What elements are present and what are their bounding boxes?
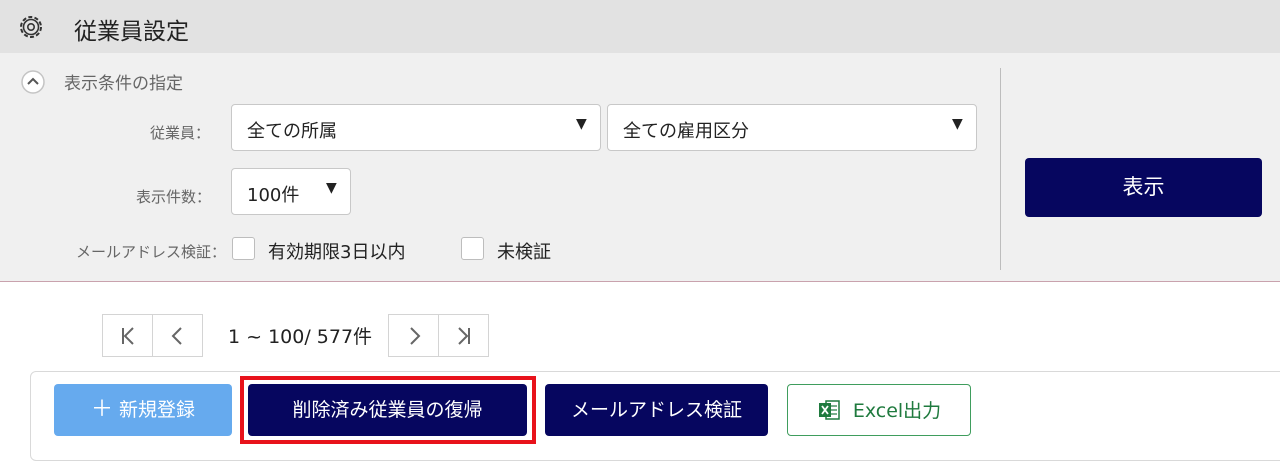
chevron-down-icon: ▼ xyxy=(326,180,337,196)
chevron-up-icon[interactable] xyxy=(20,69,46,95)
unverified-checkbox[interactable] xyxy=(461,237,484,260)
prev-page-button[interactable] xyxy=(152,314,203,357)
department-select[interactable]: 全ての所属 ▼ xyxy=(231,104,601,151)
count-label: 表示件数： xyxy=(136,188,212,206)
email-verification-label: メールアドレス検証： xyxy=(76,243,227,261)
first-page-icon xyxy=(122,327,134,345)
last-page-button[interactable] xyxy=(438,314,489,357)
chevron-right-icon xyxy=(410,327,421,345)
excel-export-button[interactable]: Excel出力 xyxy=(787,384,971,436)
count-select-value: 100件 xyxy=(247,185,300,206)
department-select-value: 全ての所属 xyxy=(247,121,337,142)
expiry-checkbox-label: 有効期限3日以内 xyxy=(268,242,406,263)
chevron-left-icon xyxy=(171,327,182,345)
first-page-button[interactable] xyxy=(102,314,153,357)
excel-icon xyxy=(818,399,840,420)
chevron-down-icon: ▼ xyxy=(952,116,963,132)
filter-section-title: 表示条件の指定 xyxy=(64,74,183,94)
chevron-down-icon: ▼ xyxy=(576,116,587,132)
new-registration-button[interactable]: ＋ 新規登録 xyxy=(54,384,232,436)
excel-export-label: Excel出力 xyxy=(852,400,942,422)
filter-divider xyxy=(1000,68,1001,270)
title-bar: 従業員設定 xyxy=(0,0,1280,53)
expiry-checkbox[interactable] xyxy=(232,237,255,260)
show-button[interactable]: 表示 xyxy=(1025,158,1262,217)
gear-icon xyxy=(20,16,42,38)
count-select[interactable]: 100件 ▼ xyxy=(231,168,351,215)
email-verification-button[interactable]: メールアドレス検証 xyxy=(545,384,768,436)
page-title: 従業員設定 xyxy=(74,19,189,45)
unverified-checkbox-label: 未検証 xyxy=(497,242,551,263)
employment-type-select[interactable]: 全ての雇用区分 ▼ xyxy=(607,104,977,151)
restore-deleted-employees-button[interactable]: 削除済み従業員の復帰 xyxy=(248,384,527,436)
employment-type-select-value: 全ての雇用区分 xyxy=(623,121,749,142)
plus-icon: ＋ xyxy=(90,397,113,422)
employee-label: 従業員： xyxy=(150,124,211,142)
last-page-icon xyxy=(458,327,470,345)
pager-info: 1 ~ 100/ 577件 xyxy=(228,326,373,348)
next-page-button[interactable] xyxy=(388,314,439,357)
new-registration-label: 新規登録 xyxy=(119,399,196,421)
